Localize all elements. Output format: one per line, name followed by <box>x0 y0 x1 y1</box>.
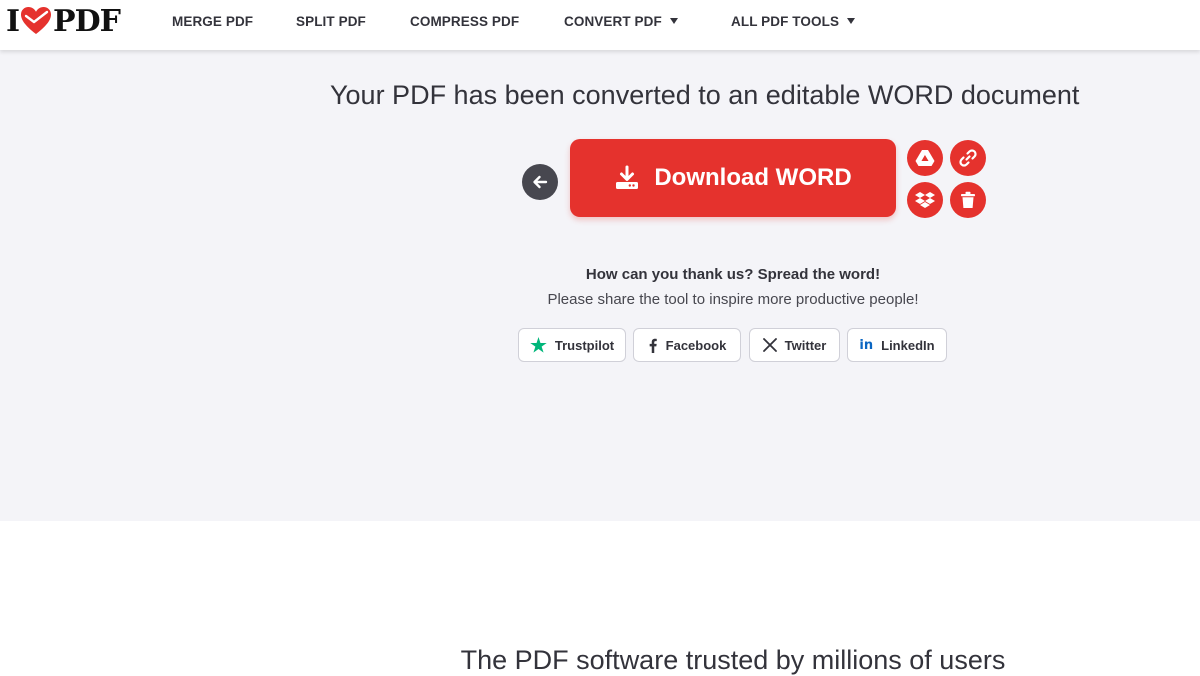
caret-down-icon <box>847 18 856 24</box>
google-drive-icon <box>915 149 935 167</box>
link-icon <box>958 148 978 168</box>
logo-letter-i: I <box>6 3 20 39</box>
page-title: Your PDF has been converted to an editab… <box>330 80 1080 110</box>
share-twitter-button[interactable]: Twitter <box>749 328 840 362</box>
linkedin-icon: in <box>859 337 874 353</box>
dropbox-icon <box>915 191 935 209</box>
trustpilot-star-icon <box>530 337 547 353</box>
caret-down-icon <box>669 18 678 24</box>
facebook-icon <box>648 338 658 353</box>
share-trustpilot-label: Trustpilot <box>554 337 615 353</box>
share-heading: How can you thank us? Spread the word! <box>585 266 881 283</box>
share-linkedin-button[interactable]: in LinkedIn <box>847 328 947 362</box>
save-to-google-drive-button[interactable] <box>907 140 943 176</box>
nav-all-pdf-tools-label: ALL PDF TOOLS <box>731 13 840 29</box>
result-panel <box>0 50 1200 521</box>
nav-compress-pdf-label: COMPRESS PDF <box>410 13 520 29</box>
share-facebook-label: Facebook <box>665 337 727 353</box>
share-facebook-button[interactable]: Facebook <box>633 328 741 362</box>
download-icon <box>614 165 640 191</box>
delete-file-button[interactable] <box>950 182 986 218</box>
save-to-dropbox-button[interactable] <box>907 182 943 218</box>
download-word-label: Download WORD <box>654 164 852 191</box>
heart-icon <box>20 6 52 36</box>
arrow-left-icon <box>531 173 549 191</box>
share-twitter-label: Twitter <box>784 337 827 353</box>
x-twitter-icon <box>762 338 777 352</box>
nav-compress-pdf[interactable]: COMPRESS PDF <box>410 13 519 29</box>
share-linkedin-label: LinkedIn <box>881 337 935 353</box>
back-button[interactable] <box>522 164 558 200</box>
nav-all-pdf-tools-dropdown[interactable]: ALL PDF TOOLS <box>731 13 856 29</box>
ilovepdf-logo[interactable]: I PDF <box>6 3 121 39</box>
nav-split-pdf[interactable]: SPLIT PDF <box>296 13 366 29</box>
section-heading: The PDF software trusted by millions of … <box>460 645 1006 675</box>
nav-convert-pdf-dropdown[interactable]: CONVERT PDF <box>564 13 678 29</box>
nav-merge-pdf-label: MERGE PDF <box>172 13 254 29</box>
trash-icon <box>960 191 976 209</box>
nav-split-pdf-label: SPLIT PDF <box>296 13 366 29</box>
share-trustpilot-button[interactable]: Trustpilot <box>518 328 626 362</box>
share-subheading: Please share the tool to inspire more pr… <box>547 291 919 308</box>
nav-convert-pdf-label: CONVERT PDF <box>564 13 662 29</box>
top-navbar: I PDF MERGE PDF SPLIT PDF COMPRESS PDF C… <box>0 0 1200 50</box>
logo-text-pdf: PDF <box>53 3 121 39</box>
download-word-button[interactable]: Download WORD <box>570 139 896 217</box>
copy-link-button[interactable] <box>950 140 986 176</box>
nav-merge-pdf[interactable]: MERGE PDF <box>172 13 253 29</box>
